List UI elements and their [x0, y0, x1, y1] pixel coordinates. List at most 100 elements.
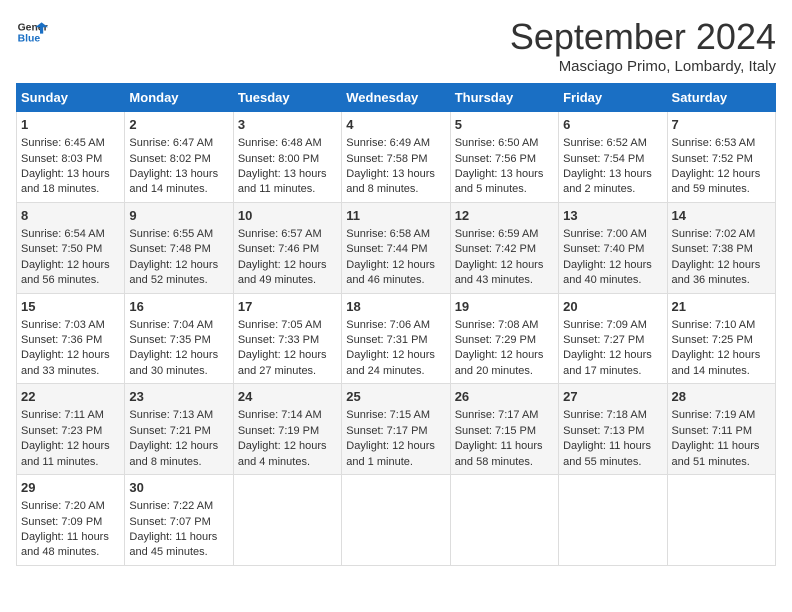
calendar-cell: 2 Sunrise: 6:47 AM Sunset: 8:02 PM Daylight… — [125, 112, 233, 203]
day-number: 28 — [672, 388, 771, 406]
daylight-label: Daylight: 13 hours and 18 minutes. — [21, 168, 110, 195]
header-tuesday: Tuesday — [233, 84, 341, 112]
sunset-label: Sunset: 7:29 PM — [455, 334, 536, 346]
header-friday: Friday — [559, 84, 667, 112]
calendar-cell — [342, 475, 450, 566]
calendar-cell: 29Sunrise: 7:20 AMSunset: 7:09 PMDayligh… — [17, 475, 125, 566]
sunrise-label: Sunrise: 7:22 AM — [129, 500, 213, 512]
day-number: 19 — [455, 298, 554, 316]
sunrise-label: Sunrise: 7:00 AM — [563, 228, 647, 240]
sunrise-label: Sunrise: 7:19 AM — [672, 409, 756, 421]
calendar-cell — [667, 475, 775, 566]
day-number: 2 — [129, 116, 228, 134]
calendar-cell: 28 Sunrise: 7:19 AM Sunset: 7:11 PM Dayligh… — [667, 384, 775, 475]
calendar-cell: 11Sunrise: 6:58 AMSunset: 7:44 PMDayligh… — [342, 202, 450, 293]
daylight-label: Daylight: 11 hours and 58 minutes. — [455, 440, 543, 467]
day-number: 1 — [21, 116, 120, 134]
day-number: 18 — [346, 298, 445, 316]
day-number: 8 — [21, 207, 120, 225]
daylight-label: Daylight: 13 hours and 11 minutes. — [238, 168, 327, 195]
sunset-label: Sunset: 8:03 PM — [21, 153, 102, 165]
day-number: 23 — [129, 388, 228, 406]
sunset-label: Sunset: 7:50 PM — [21, 243, 102, 255]
calendar-cell: 27Sunrise: 7:18 AMSunset: 7:13 PMDayligh… — [559, 384, 667, 475]
header-saturday: Saturday — [667, 84, 775, 112]
sunset-label: Sunset: 7:21 PM — [129, 425, 210, 437]
daylight-label: Daylight: 12 hours and 17 minutes. — [563, 349, 652, 376]
sunset-label: Sunset: 7:38 PM — [672, 243, 753, 255]
sunrise-label: Sunrise: 6:45 AM — [21, 137, 105, 149]
header-sunday: Sunday — [17, 84, 125, 112]
sunset-label: Sunset: 7:46 PM — [238, 243, 319, 255]
daylight-label: Daylight: 12 hours and 49 minutes. — [238, 259, 327, 286]
sunrise-label: Sunrise: 6:47 AM — [129, 137, 213, 149]
daylight-label: Daylight: 12 hours and 46 minutes. — [346, 259, 435, 286]
sunrise-label: Sunrise: 7:05 AM — [238, 319, 322, 331]
daylight-label: Daylight: 12 hours and 24 minutes. — [346, 349, 435, 376]
sunrise-label: Sunrise: 7:08 AM — [455, 319, 539, 331]
daylight-label: Daylight: 13 hours and 5 minutes. — [455, 168, 544, 195]
sunset-label: Sunset: 7:42 PM — [455, 243, 536, 255]
daylight-label: Daylight: 11 hours and 45 minutes. — [129, 531, 217, 558]
daylight-label: Daylight: 12 hours and 36 minutes. — [672, 259, 761, 286]
sunset-label: Sunset: 7:35 PM — [129, 334, 210, 346]
calendar-cell: 17Sunrise: 7:05 AMSunset: 7:33 PMDayligh… — [233, 293, 341, 384]
sunrise-label: Sunrise: 6:58 AM — [346, 228, 430, 240]
header-monday: Monday — [125, 84, 233, 112]
header-thursday: Thursday — [450, 84, 558, 112]
sunset-label: Sunset: 7:11 PM — [672, 425, 753, 437]
sunset-label: Sunset: 7:36 PM — [21, 334, 102, 346]
day-number: 14 — [672, 207, 771, 225]
sunrise-label: Sunrise: 6:52 AM — [563, 137, 647, 149]
calendar-cell: 20Sunrise: 7:09 AMSunset: 7:27 PMDayligh… — [559, 293, 667, 384]
calendar-cell: 21Sunrise: 7:10 AMSunset: 7:25 PMDayligh… — [667, 293, 775, 384]
calendar-cell — [450, 475, 558, 566]
sunset-label: Sunset: 7:19 PM — [238, 425, 319, 437]
sunrise-label: Sunrise: 7:20 AM — [21, 500, 105, 512]
sunrise-label: Sunrise: 7:03 AM — [21, 319, 105, 331]
calendar-week-5: 29Sunrise: 7:20 AMSunset: 7:09 PMDayligh… — [17, 475, 776, 566]
daylight-label: Daylight: 12 hours and 14 minutes. — [672, 349, 761, 376]
sunset-label: Sunset: 7:40 PM — [563, 243, 644, 255]
calendar-cell: 24Sunrise: 7:14 AMSunset: 7:19 PMDayligh… — [233, 384, 341, 475]
calendar-cell: 23Sunrise: 7:13 AMSunset: 7:21 PMDayligh… — [125, 384, 233, 475]
sunset-label: Sunset: 7:44 PM — [346, 243, 427, 255]
calendar-cell: 19Sunrise: 7:08 AMSunset: 7:29 PMDayligh… — [450, 293, 558, 384]
day-number: 26 — [455, 388, 554, 406]
day-number: 27 — [563, 388, 662, 406]
daylight-label: Daylight: 11 hours and 51 minutes. — [672, 440, 760, 467]
sunset-label: Sunset: 7:09 PM — [21, 516, 102, 528]
sunrise-label: Sunrise: 7:14 AM — [238, 409, 322, 421]
day-number: 9 — [129, 207, 228, 225]
sunrise-label: Sunrise: 6:55 AM — [129, 228, 213, 240]
sunset-label: Sunset: 7:54 PM — [563, 153, 644, 165]
sunrise-label: Sunrise: 7:13 AM — [129, 409, 213, 421]
sunrise-label: Sunrise: 7:10 AM — [672, 319, 756, 331]
daylight-label: Daylight: 13 hours and 14 minutes. — [129, 168, 218, 195]
logo-icon: General Blue — [16, 16, 48, 48]
sunset-label: Sunset: 7:13 PM — [563, 425, 644, 437]
sunset-label: Sunset: 7:58 PM — [346, 153, 427, 165]
sunset-label: Sunset: 7:23 PM — [21, 425, 102, 437]
daylight-label: Daylight: 12 hours and 59 minutes. — [672, 168, 761, 195]
day-number: 7 — [672, 116, 771, 134]
sunset-label: Sunset: 7:56 PM — [455, 153, 536, 165]
sunrise-label: Sunrise: 7:11 AM — [21, 409, 104, 421]
day-number: 6 — [563, 116, 662, 134]
calendar-cell: 7Sunrise: 6:53 AMSunset: 7:52 PMDaylight… — [667, 112, 775, 203]
daylight-label: Daylight: 12 hours and 1 minute. — [346, 440, 435, 467]
daylight-label: Daylight: 12 hours and 33 minutes. — [21, 349, 110, 376]
calendar-cell: 30Sunrise: 7:22 AMSunset: 7:07 PMDayligh… — [125, 475, 233, 566]
sunset-label: Sunset: 8:02 PM — [129, 153, 210, 165]
sunrise-label: Sunrise: 7:04 AM — [129, 319, 213, 331]
day-number: 20 — [563, 298, 662, 316]
calendar-header-row: SundayMondayTuesdayWednesdayThursdayFrid… — [17, 84, 776, 112]
calendar-cell: 25Sunrise: 7:15 AMSunset: 7:17 PMDayligh… — [342, 384, 450, 475]
sunrise-label: Sunrise: 7:02 AM — [672, 228, 756, 240]
location: Masciago Primo, Lombardy, Italy — [510, 58, 776, 75]
day-number: 13 — [563, 207, 662, 225]
svg-text:Blue: Blue — [18, 34, 41, 45]
calendar-cell: 15Sunrise: 7:03 AMSunset: 7:36 PMDayligh… — [17, 293, 125, 384]
calendar-cell: 12Sunrise: 6:59 AMSunset: 7:42 PMDayligh… — [450, 202, 558, 293]
page-header: General Blue September 2024 Masciago Pri… — [16, 16, 776, 75]
